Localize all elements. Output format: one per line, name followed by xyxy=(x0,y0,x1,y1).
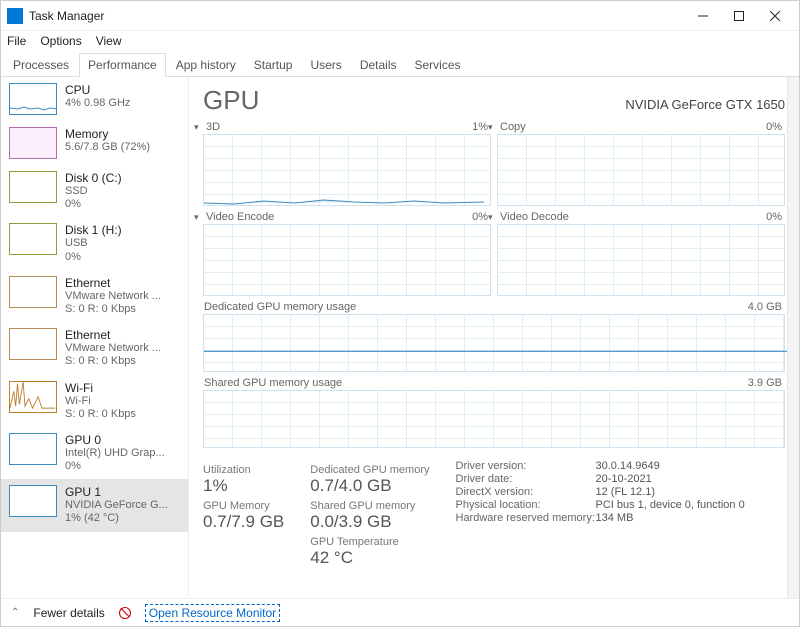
tab-bar: Processes Performance App history Startu… xyxy=(1,51,799,77)
sidebar-item-ethernet-1[interactable]: EthernetVMware Network ...S: 0 R: 0 Kbps xyxy=(1,322,188,374)
graph-shared-memory[interactable]: Shared GPU memory usage 3.9 GB xyxy=(203,390,785,448)
chevron-down-icon[interactable]: ▾ xyxy=(194,122,199,133)
sidebar-item-cpu[interactable]: CPU4% 0.98 GHz xyxy=(1,77,188,121)
app-icon xyxy=(7,8,23,24)
fewer-details-button[interactable]: Fewer details xyxy=(33,606,104,620)
gpu-thumbnail xyxy=(9,433,57,465)
window-title: Task Manager xyxy=(29,9,104,23)
chevron-down-icon[interactable]: ▾ xyxy=(488,122,493,133)
sidebar-item-disk1[interactable]: Disk 1 (H:)USB0% xyxy=(1,217,188,269)
sidebar-item-label: Ethernet xyxy=(65,276,180,290)
sidebar-item-label: GPU 1 xyxy=(65,485,180,499)
tab-startup[interactable]: Startup xyxy=(246,54,301,76)
content-pane: GPU NVIDIA GeForce GTX 1650 ▾ 3D 1% ▾ Co… xyxy=(189,77,799,597)
gpu-thumbnail xyxy=(9,485,57,517)
graph-dedicated-memory[interactable]: Dedicated GPU memory usage 4.0 GB xyxy=(203,314,785,372)
tab-performance[interactable]: Performance xyxy=(79,53,166,77)
graph-video-encode[interactable]: ▾ Video Encode 0% xyxy=(203,224,491,296)
minimize-button[interactable] xyxy=(685,2,721,30)
sidebar[interactable]: CPU4% 0.98 GHz Memory5.6/7.8 GB (72%) Di… xyxy=(1,77,189,597)
cpu-thumbnail xyxy=(9,83,57,115)
stat-utilization: 1% xyxy=(203,476,284,496)
no-icon xyxy=(119,607,131,619)
memory-thumbnail xyxy=(9,127,57,159)
sidebar-item-gpu0[interactable]: GPU 0Intel(R) UHD Grap...0% xyxy=(1,427,188,479)
graph-video-decode[interactable]: ▾ Video Decode 0% xyxy=(497,224,785,296)
disk-thumbnail xyxy=(9,171,57,203)
maximize-button[interactable] xyxy=(721,2,757,30)
graph-3d[interactable]: ▾ 3D 1% xyxy=(203,134,491,206)
stat-shared-memory: 0.0/3.9 GB xyxy=(310,512,429,532)
title-bar: Task Manager xyxy=(1,1,799,31)
sidebar-item-label: GPU 0 xyxy=(65,433,180,447)
stats-block: Utilization 1% GPU Memory 0.7/7.9 GB Ded… xyxy=(203,460,785,568)
menu-options[interactable]: Options xyxy=(40,34,81,48)
tab-app-history[interactable]: App history xyxy=(168,54,244,76)
stat-dedicated-memory: 0.7/4.0 GB xyxy=(310,476,429,496)
sidebar-item-label: CPU xyxy=(65,83,180,97)
chevron-down-icon[interactable]: ▾ xyxy=(194,212,199,223)
sidebar-item-label: Disk 1 (H:) xyxy=(65,223,180,237)
graph-copy[interactable]: ▾ Copy 0% xyxy=(497,134,785,206)
sidebar-item-label: Ethernet xyxy=(65,328,180,342)
driver-info: Driver version:30.0.14.9649 Driver date:… xyxy=(456,460,745,524)
ethernet-thumbnail xyxy=(9,276,57,308)
sidebar-item-label: Memory xyxy=(65,127,180,141)
sidebar-item-memory[interactable]: Memory5.6/7.8 GB (72%) xyxy=(1,121,188,165)
stat-gpu-temperature: 42 °C xyxy=(310,548,429,568)
sidebar-item-wifi[interactable]: Wi-FiWi-FiS: 0 R: 0 Kbps xyxy=(1,375,188,427)
chevron-up-icon[interactable]: ⌃ xyxy=(11,607,19,618)
menu-bar: File Options View xyxy=(1,31,799,51)
sidebar-item-ethernet-0[interactable]: EthernetVMware Network ...S: 0 R: 0 Kbps xyxy=(1,270,188,322)
disk-thumbnail xyxy=(9,223,57,255)
scrollbar[interactable] xyxy=(787,77,799,598)
tab-services[interactable]: Services xyxy=(407,54,469,76)
close-button[interactable] xyxy=(757,2,793,30)
stat-gpu-memory: 0.7/7.9 GB xyxy=(203,512,284,532)
chevron-down-icon[interactable]: ▾ xyxy=(488,212,493,223)
open-resource-monitor-link[interactable]: Open Resource Monitor xyxy=(145,604,280,622)
sidebar-item-label: Wi-Fi xyxy=(65,381,180,395)
page-title: GPU xyxy=(203,85,259,116)
sidebar-item-label: Disk 0 (C:) xyxy=(65,171,180,185)
footer: ⌃ Fewer details Open Resource Monitor xyxy=(1,598,799,626)
ethernet-thumbnail xyxy=(9,328,57,360)
sidebar-item-disk0[interactable]: Disk 0 (C:)SSD0% xyxy=(1,165,188,217)
gpu-model: NVIDIA GeForce GTX 1650 xyxy=(625,97,785,112)
wifi-thumbnail xyxy=(9,381,57,413)
menu-file[interactable]: File xyxy=(7,34,26,48)
tab-processes[interactable]: Processes xyxy=(5,54,77,76)
tab-users[interactable]: Users xyxy=(302,54,349,76)
menu-view[interactable]: View xyxy=(96,34,122,48)
tab-details[interactable]: Details xyxy=(352,54,405,76)
sidebar-item-gpu1[interactable]: GPU 1NVIDIA GeForce G...1% (42 °C) xyxy=(1,479,188,531)
